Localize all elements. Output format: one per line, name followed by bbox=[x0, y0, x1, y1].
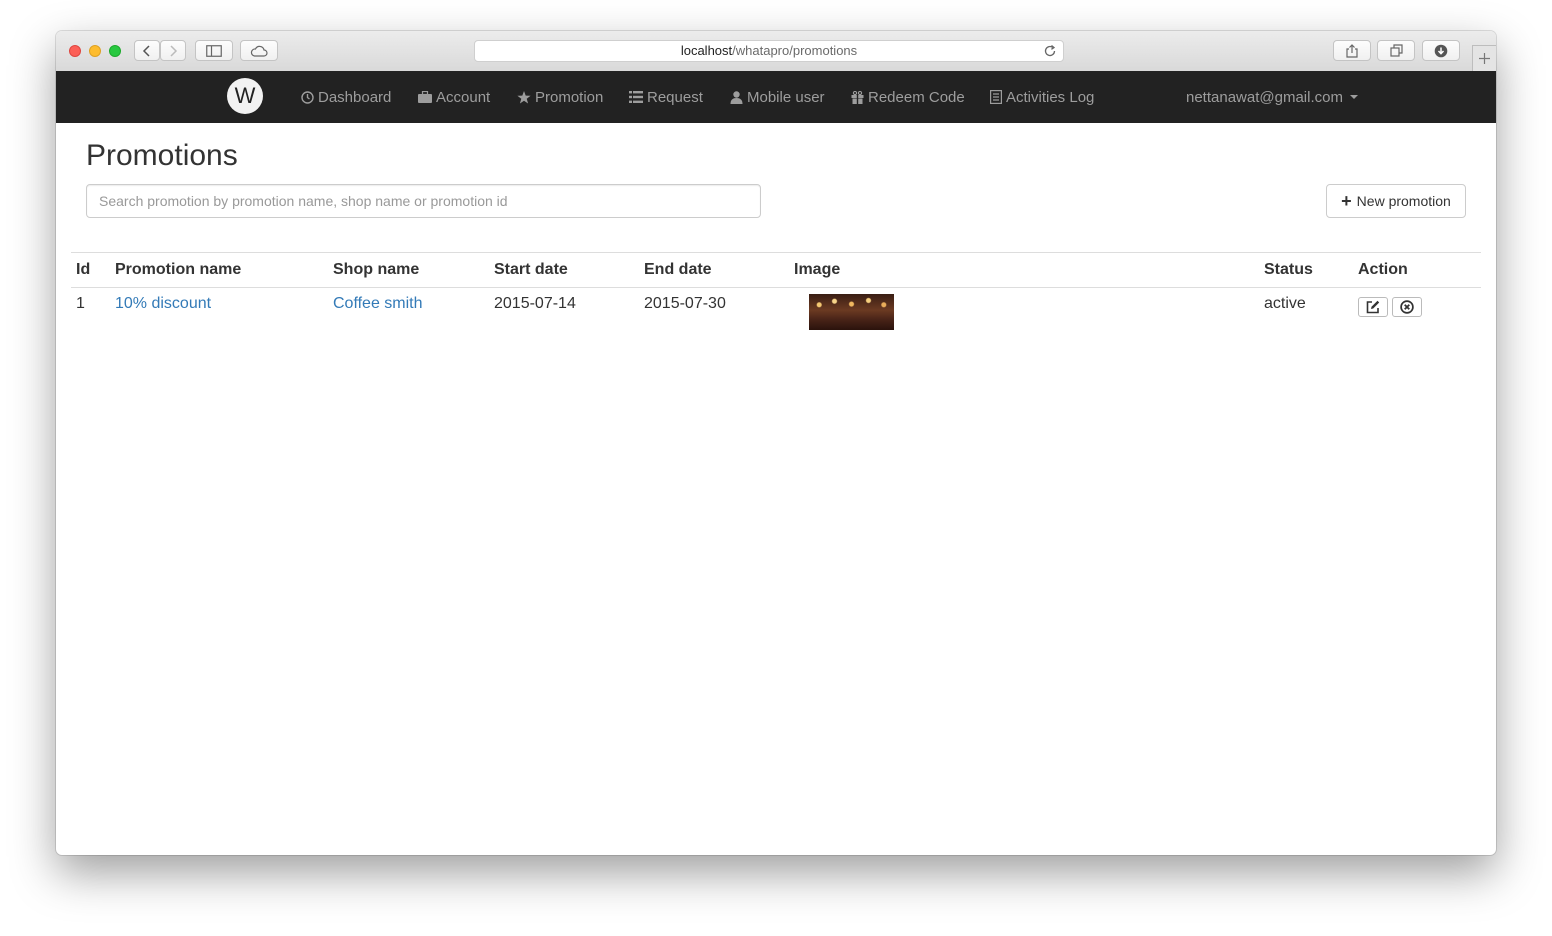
navbar: W Dashboard Account Promotion Request Mo… bbox=[56, 71, 1496, 123]
sidebar-icon bbox=[206, 44, 222, 57]
cell-promotion-name: 10% discount bbox=[110, 288, 328, 338]
nav-dashboard[interactable]: Dashboard bbox=[301, 71, 391, 123]
url-path: /whatapro/promotions bbox=[732, 43, 858, 58]
edit-button[interactable] bbox=[1358, 297, 1388, 317]
nav-request-label: Request bbox=[647, 88, 703, 106]
user-email: nettanawat@gmail.com bbox=[1186, 88, 1343, 106]
chevron-right-icon bbox=[170, 44, 178, 57]
nav-redeem-code[interactable]: Redeem Code bbox=[851, 71, 965, 123]
nav-account-label: Account bbox=[436, 88, 491, 106]
zoom-window-button[interactable] bbox=[109, 45, 121, 57]
download-icon bbox=[1434, 44, 1448, 57]
gift-icon bbox=[851, 90, 864, 104]
column-header-image: Image bbox=[789, 252, 1259, 288]
reload-icon[interactable] bbox=[1043, 44, 1057, 58]
new-promotion-button[interactable]: + New promotion bbox=[1326, 184, 1466, 218]
remove-circle-icon bbox=[1400, 300, 1414, 314]
address-bar[interactable]: localhost/whatapro/promotions bbox=[474, 40, 1064, 62]
edit-icon bbox=[1366, 300, 1380, 314]
column-header-status: Status bbox=[1259, 252, 1353, 288]
share-button[interactable] bbox=[1333, 40, 1371, 61]
cell-end-date: 2015-07-30 bbox=[644, 295, 726, 312]
sidebar-toggle-button[interactable] bbox=[195, 40, 233, 61]
column-header-shop-name: Shop name bbox=[328, 252, 489, 288]
plus-icon bbox=[1479, 53, 1490, 64]
share-icon bbox=[1346, 43, 1358, 58]
cell-image bbox=[789, 288, 1259, 338]
tabs-icon bbox=[1389, 44, 1403, 57]
new-tab-button[interactable] bbox=[1472, 45, 1496, 71]
nav-redeem-code-label: Redeem Code bbox=[868, 88, 965, 106]
page-title: Promotions bbox=[86, 139, 238, 172]
column-header-end-date: End date bbox=[639, 252, 789, 288]
show-tabs-button[interactable] bbox=[1377, 40, 1415, 61]
nav-mobile-user-label: Mobile user bbox=[747, 88, 825, 106]
plus-icon: + bbox=[1341, 191, 1352, 211]
nav-promotion[interactable]: Promotion bbox=[517, 71, 603, 123]
nav-activities-log[interactable]: Activities Log bbox=[990, 71, 1094, 123]
delete-button[interactable] bbox=[1392, 297, 1422, 317]
nav-request[interactable]: Request bbox=[629, 71, 703, 123]
cell-shop-name: Coffee smith bbox=[328, 288, 489, 338]
user-icon bbox=[730, 90, 743, 104]
promotion-thumbnail-image[interactable] bbox=[809, 294, 894, 330]
brand-logo[interactable]: W bbox=[227, 78, 263, 114]
cell-start-date: 2015-07-14 bbox=[494, 295, 576, 312]
nav-account[interactable]: Account bbox=[418, 71, 490, 123]
table-header-row: Id Promotion name Shop name Start date E… bbox=[71, 252, 1481, 288]
minimize-window-button[interactable] bbox=[89, 45, 101, 57]
new-promotion-label: New promotion bbox=[1356, 193, 1451, 209]
cloud-icon bbox=[250, 45, 268, 57]
dashboard-icon bbox=[301, 90, 314, 104]
nav-promotion-label: Promotion bbox=[535, 88, 604, 106]
url-host: localhost bbox=[680, 43, 733, 58]
downloads-button[interactable] bbox=[1422, 40, 1460, 61]
cell-status: active bbox=[1264, 295, 1306, 312]
chevron-left-icon bbox=[142, 44, 150, 57]
cell-action bbox=[1353, 288, 1481, 338]
promotion-name-link[interactable]: 10% discount bbox=[115, 295, 211, 312]
nav-activities-log-label: Activities Log bbox=[1006, 88, 1095, 106]
forward-button[interactable] bbox=[160, 40, 186, 61]
cell-id: 1 bbox=[76, 295, 85, 312]
promotions-table: Id Promotion name Shop name Start date E… bbox=[71, 252, 1481, 337]
user-menu-dropdown[interactable]: nettanawat@gmail.com bbox=[1186, 71, 1358, 123]
log-icon bbox=[990, 90, 1002, 104]
nav-dashboard-label: Dashboard bbox=[318, 88, 392, 106]
star-icon bbox=[517, 90, 531, 103]
icloud-tabs-button[interactable] bbox=[240, 40, 278, 61]
table-row: 1 10% discount Coffee smith 2015-07-14 2… bbox=[71, 288, 1481, 338]
back-button[interactable] bbox=[134, 40, 160, 61]
browser-window: localhost/whatapro/promotions W Dashboar… bbox=[56, 31, 1496, 855]
close-window-button[interactable] bbox=[69, 45, 81, 57]
search-input[interactable] bbox=[86, 184, 761, 218]
list-icon bbox=[629, 91, 643, 103]
briefcase-icon bbox=[418, 91, 432, 103]
column-header-start-date: Start date bbox=[489, 252, 639, 288]
caret-down-icon bbox=[1349, 95, 1358, 99]
column-header-promotion-name: Promotion name bbox=[110, 252, 328, 288]
nav-mobile-user[interactable]: Mobile user bbox=[730, 71, 825, 123]
browser-toolbar: localhost/whatapro/promotions bbox=[56, 31, 1496, 72]
shop-name-link[interactable]: Coffee smith bbox=[333, 295, 423, 312]
column-header-id: Id bbox=[71, 252, 110, 288]
column-header-action: Action bbox=[1353, 252, 1481, 288]
